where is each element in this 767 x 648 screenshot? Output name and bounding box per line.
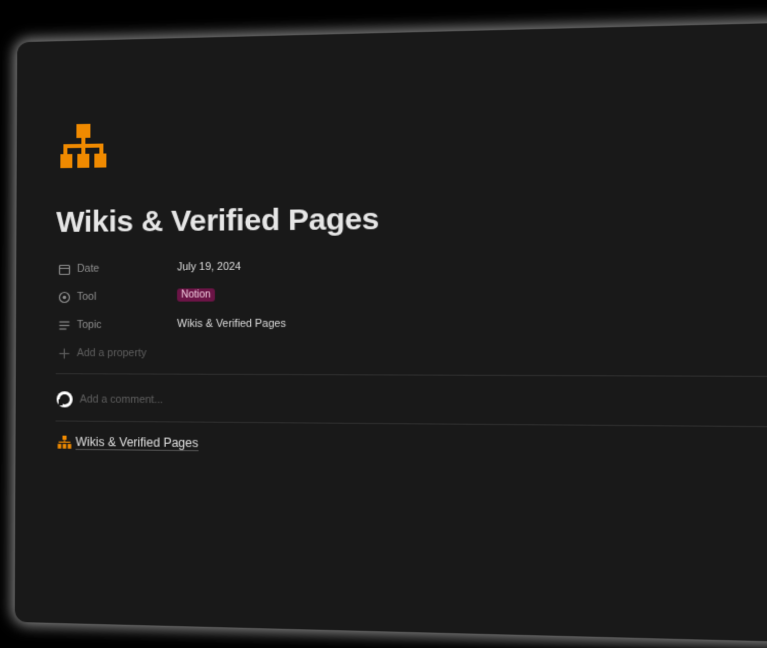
subpage-link[interactable]: Wikis & Verified Pages [57, 434, 199, 452]
sitemap-icon[interactable] [60, 123, 107, 173]
comment-row[interactable]: Add a comment... [56, 390, 163, 409]
add-property-label: Add a property [76, 347, 147, 360]
divider [55, 373, 767, 378]
text-lines-icon [58, 318, 71, 331]
comment-input[interactable]: Add a comment... [80, 393, 163, 406]
stage: Wikis & Verified Pages Date July 19, 202… [0, 0, 767, 648]
property-topic[interactable]: Topic [58, 316, 102, 334]
sitemap-icon [57, 435, 72, 449]
avatar [56, 390, 74, 408]
add-property-button[interactable]: Add a property [58, 344, 147, 362]
tool-tag[interactable]: Notion [177, 288, 215, 302]
calendar-icon [58, 262, 71, 275]
page-card: Wikis & Verified Pages Date July 19, 202… [14, 20, 767, 644]
page-title[interactable]: Wikis & Verified Pages [56, 203, 379, 240]
property-tool[interactable]: Tool [58, 288, 96, 306]
divider [55, 420, 767, 428]
property-value-topic[interactable]: Wikis & Verified Pages [177, 318, 286, 330]
target-icon [58, 290, 71, 303]
property-label: Topic [76, 318, 102, 332]
plus-icon [58, 347, 71, 360]
property-label: Date [77, 262, 100, 275]
subpage-link-label: Wikis & Verified Pages [75, 434, 199, 452]
property-value-date[interactable]: July 19, 2024 [177, 261, 241, 274]
property-date[interactable]: Date [58, 260, 99, 278]
property-label: Tool [76, 290, 97, 303]
